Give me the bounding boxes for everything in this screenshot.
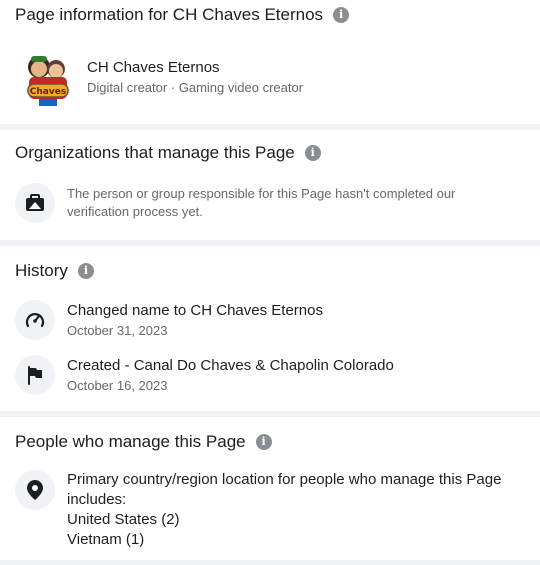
organizations-header: Organizations that manage this Page i [15,130,525,168]
info-icon[interactable]: i [77,263,94,279]
history-item-text: Created - Canal Do Chaves & Chapolin Col… [67,356,394,395]
history-item-label: Created - Canal Do Chaves & Chapolin Col… [67,356,394,374]
speedometer-icon [15,300,55,340]
page-profile-row: Chaves CH Chaves Eternos Digital creator… [15,47,525,107]
people-header: People who manage this Page i [15,417,525,457]
organizations-description: The person or group responsible for this… [67,186,456,219]
people-section: People who manage this Page i Primary co… [0,417,540,560]
history-item: Created - Canal Do Chaves & Chapolin Col… [15,355,525,395]
history-item: Changed name to CH Chaves Eternos Octobe… [15,300,525,340]
history-header: History i [15,246,525,286]
history-item-date: October 16, 2023 [67,377,168,393]
country-item: United States (2) [67,511,180,528]
avatar-logo-text: Chaves [30,87,66,97]
organizations-section: Organizations that manage this Page i Th… [0,130,540,240]
people-location-row: Primary country/region location for peop… [15,470,525,549]
country-item: Vietnam (1) [67,531,145,548]
organizations-row: The person or group responsible for this… [15,183,525,223]
page-info-title: Page information for CH Chaves Eternos [15,5,324,24]
info-icon[interactable]: i [304,145,321,161]
page-info-section: Page information for CH Chaves Eternos i… [0,0,540,124]
flag-icon [15,355,55,395]
page-name[interactable]: CH Chaves Eternos [87,58,303,77]
people-location-text: Primary country/region location for peop… [67,470,527,549]
people-title: People who manage this Page [15,432,246,451]
page-info-header: Page information for CH Chaves Eternos i [15,0,525,30]
history-item-label: Changed name to CH Chaves Eternos [67,301,323,319]
organizations-title: Organizations that manage this Page [15,143,295,162]
history-item-date: October 31, 2023 [67,322,168,338]
organizations-text: The person or group responsible for this… [67,185,487,221]
history-section: History i Changed name to CH Chaves Eter… [0,246,540,411]
page-profile-text: CH Chaves Eternos Digital creator · Gami… [87,58,303,97]
info-icon[interactable]: i [255,434,272,450]
location-pin-icon [15,470,55,510]
history-title: History [15,261,68,280]
people-location-description: Primary country/region location for peop… [67,471,502,508]
page-category: Digital creator · Gaming video creator [87,79,304,95]
info-icon[interactable]: i [333,7,350,23]
history-item-text: Changed name to CH Chaves Eternos Octobe… [67,301,323,340]
page-avatar[interactable]: Chaves [23,47,73,107]
page-avatar-image: Chaves [23,47,73,107]
briefcase-icon [15,183,55,223]
